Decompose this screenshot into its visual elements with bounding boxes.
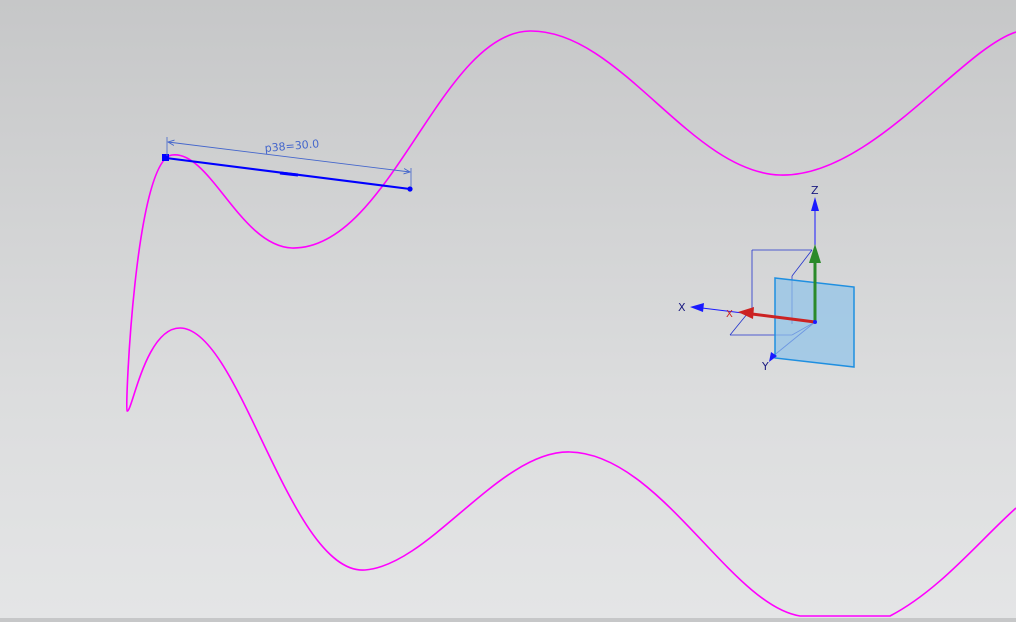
line-start-point[interactable] (162, 154, 169, 161)
y-axis-label: Y (761, 360, 769, 373)
x-axis-label: X (678, 301, 686, 314)
z-axis-label: Z (811, 184, 819, 197)
spline-curve[interactable] (125, 30, 1016, 617)
dimension-label: p38=30.0 (264, 137, 320, 155)
csys-origin[interactable] (813, 320, 817, 324)
x-handle-label: X (726, 309, 733, 320)
dynamic-csys[interactable]: Z X X Y (678, 184, 855, 373)
line-end-point[interactable] (407, 186, 413, 192)
graphics-window[interactable]: p38=30.0 Z X X Y (0, 0, 1016, 618)
model-canvas[interactable]: p38=30.0 Z X X Y (0, 0, 1016, 618)
y-axis[interactable]: Y (761, 352, 777, 373)
line-segment[interactable] (162, 154, 413, 192)
